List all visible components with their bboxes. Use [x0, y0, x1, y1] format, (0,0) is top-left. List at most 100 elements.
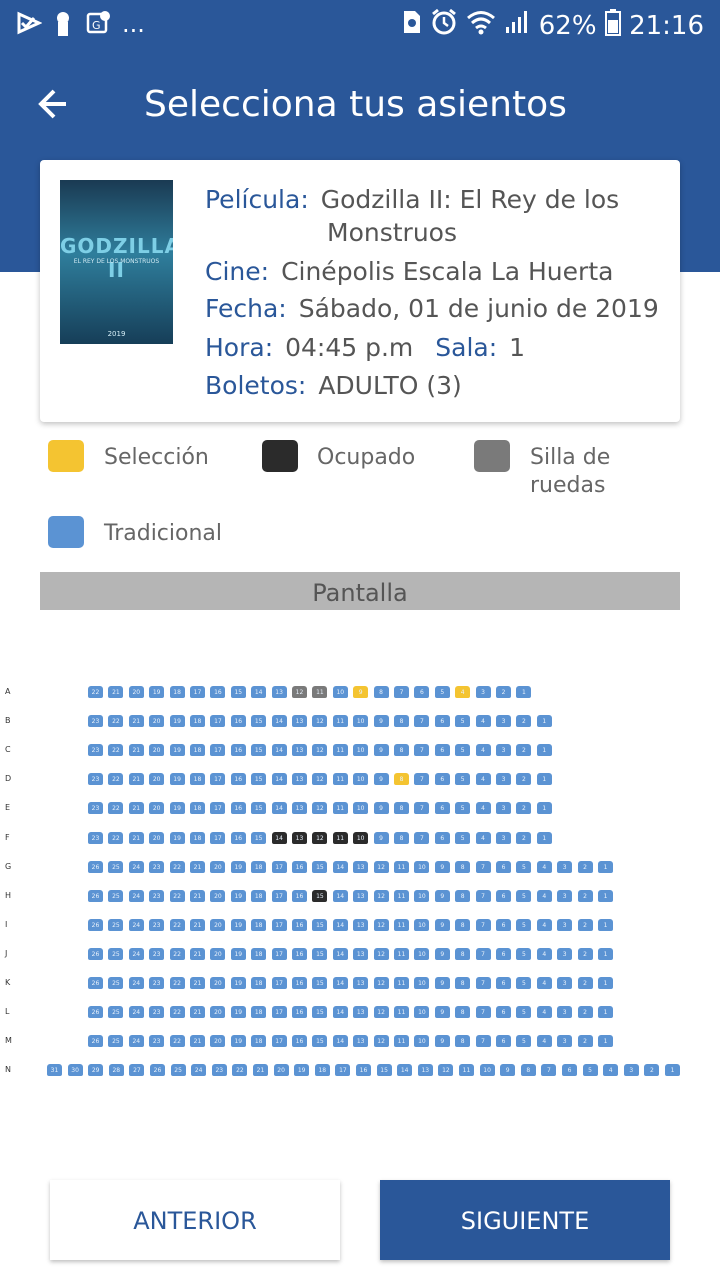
seat-M-13[interactable]: 13 [353, 1035, 369, 1048]
seat-C-12[interactable]: 12 [312, 744, 328, 757]
seat-N-23[interactable]: 23 [211, 1064, 227, 1077]
seat-K-3[interactable]: 3 [557, 977, 573, 989]
seat-N-30[interactable]: 30 [67, 1064, 83, 1077]
seat-G-16[interactable]: 16 [292, 860, 307, 873]
seat-A-9[interactable]: 9 [353, 686, 369, 698]
seat-H-14[interactable]: 14 [332, 889, 348, 902]
seat-N-20[interactable]: 20 [273, 1064, 289, 1077]
seat-N-22[interactable]: 22 [232, 1064, 248, 1077]
seat-M-15[interactable]: 15 [312, 1035, 328, 1048]
seat-N-9[interactable]: 9 [500, 1064, 516, 1077]
seat-C-6[interactable]: 6 [434, 744, 450, 757]
seat-K-8[interactable]: 8 [455, 977, 471, 989]
seat-I-1[interactable]: 1 [598, 918, 613, 931]
seat-F-21[interactable]: 21 [128, 831, 144, 844]
seat-N-5[interactable]: 5 [582, 1064, 598, 1077]
seat-E-16[interactable]: 16 [230, 802, 246, 815]
seat-F-1[interactable]: 1 [536, 831, 552, 844]
seat-G-2[interactable]: 2 [577, 860, 593, 873]
seat-B-18[interactable]: 18 [190, 715, 205, 728]
seat-E-18[interactable]: 18 [190, 802, 205, 815]
seat-E-6[interactable]: 6 [434, 802, 450, 815]
seat-I-9[interactable]: 9 [434, 918, 450, 931]
seat-N-4[interactable]: 4 [603, 1064, 619, 1077]
seat-G-7[interactable]: 7 [475, 860, 491, 873]
seat-E-7[interactable]: 7 [414, 802, 430, 815]
seat-K-12[interactable]: 12 [373, 977, 389, 989]
seat-F-20[interactable]: 20 [149, 831, 165, 844]
seat-C-16[interactable]: 16 [230, 744, 246, 757]
seat-J-12[interactable]: 12 [373, 947, 389, 960]
seat-D-15[interactable]: 15 [251, 773, 267, 786]
seat-G-1[interactable]: 1 [598, 860, 613, 873]
seat-L-7[interactable]: 7 [475, 1006, 491, 1019]
seat-B-16[interactable]: 16 [230, 715, 246, 728]
seat-E-5[interactable]: 5 [455, 802, 471, 815]
seat-M-17[interactable]: 17 [271, 1035, 287, 1048]
seat-I-14[interactable]: 14 [332, 918, 348, 931]
seat-K-20[interactable]: 20 [210, 977, 226, 989]
seat-C-8[interactable]: 8 [394, 744, 409, 757]
seat-L-8[interactable]: 8 [455, 1006, 471, 1019]
seat-H-16[interactable]: 16 [292, 889, 307, 902]
seat-H-4[interactable]: 4 [536, 889, 552, 902]
seat-I-21[interactable]: 21 [190, 918, 205, 931]
seat-B-21[interactable]: 21 [128, 715, 144, 728]
seat-H-5[interactable]: 5 [516, 889, 532, 902]
seat-H-11[interactable]: 11 [394, 889, 409, 902]
seat-K-9[interactable]: 9 [434, 977, 450, 989]
seat-F-2[interactable]: 2 [516, 831, 532, 844]
seat-L-20[interactable]: 20 [210, 1006, 226, 1019]
seat-A-17[interactable]: 17 [190, 686, 205, 698]
seat-G-9[interactable]: 9 [434, 860, 450, 873]
seat-G-13[interactable]: 13 [353, 860, 369, 873]
seat-C-10[interactable]: 10 [353, 744, 369, 757]
seat-E-1[interactable]: 1 [536, 802, 552, 815]
seat-N-3[interactable]: 3 [623, 1064, 639, 1077]
seat-A-6[interactable]: 6 [414, 686, 430, 698]
seat-J-9[interactable]: 9 [434, 947, 450, 960]
seat-G-12[interactable]: 12 [373, 860, 389, 873]
seat-H-13[interactable]: 13 [353, 889, 369, 902]
seat-G-25[interactable]: 25 [108, 860, 124, 873]
seat-H-9[interactable]: 9 [434, 889, 450, 902]
seat-K-16[interactable]: 16 [292, 977, 307, 989]
seat-M-10[interactable]: 10 [414, 1035, 430, 1048]
seat-L-13[interactable]: 13 [353, 1006, 369, 1019]
seat-K-2[interactable]: 2 [577, 977, 593, 989]
seat-C-9[interactable]: 9 [373, 744, 389, 757]
seat-A-14[interactable]: 14 [251, 686, 267, 698]
seat-D-8[interactable]: 8 [394, 773, 409, 786]
seat-L-17[interactable]: 17 [271, 1006, 287, 1019]
seat-B-19[interactable]: 19 [169, 715, 185, 728]
seat-K-21[interactable]: 21 [190, 977, 205, 989]
seat-D-14[interactable]: 14 [271, 773, 287, 786]
seat-L-1[interactable]: 1 [598, 1006, 613, 1019]
seat-B-10[interactable]: 10 [353, 715, 369, 728]
seat-A-16[interactable]: 16 [210, 686, 226, 698]
seat-K-4[interactable]: 4 [536, 977, 552, 989]
seat-D-19[interactable]: 19 [169, 773, 185, 786]
seat-I-8[interactable]: 8 [455, 918, 471, 931]
seat-B-12[interactable]: 12 [312, 715, 328, 728]
seat-L-2[interactable]: 2 [577, 1006, 593, 1019]
seat-G-23[interactable]: 23 [149, 860, 165, 873]
seat-B-11[interactable]: 11 [332, 715, 348, 728]
seat-M-1[interactable]: 1 [598, 1035, 613, 1048]
seat-F-17[interactable]: 17 [210, 831, 226, 844]
seat-L-5[interactable]: 5 [516, 1006, 532, 1019]
seat-D-11[interactable]: 11 [332, 773, 348, 786]
seat-E-2[interactable]: 2 [516, 802, 532, 815]
seat-M-11[interactable]: 11 [394, 1035, 409, 1048]
seat-G-20[interactable]: 20 [210, 860, 226, 873]
seat-H-23[interactable]: 23 [149, 889, 165, 902]
seat-C-11[interactable]: 11 [332, 744, 348, 757]
seat-J-20[interactable]: 20 [210, 947, 226, 960]
seat-K-7[interactable]: 7 [475, 977, 491, 989]
seat-G-11[interactable]: 11 [394, 860, 409, 873]
seat-M-25[interactable]: 25 [108, 1035, 124, 1048]
seat-M-26[interactable]: 26 [88, 1035, 103, 1048]
seat-C-14[interactable]: 14 [271, 744, 287, 757]
seat-K-24[interactable]: 24 [128, 977, 144, 989]
seat-K-1[interactable]: 1 [598, 977, 613, 989]
